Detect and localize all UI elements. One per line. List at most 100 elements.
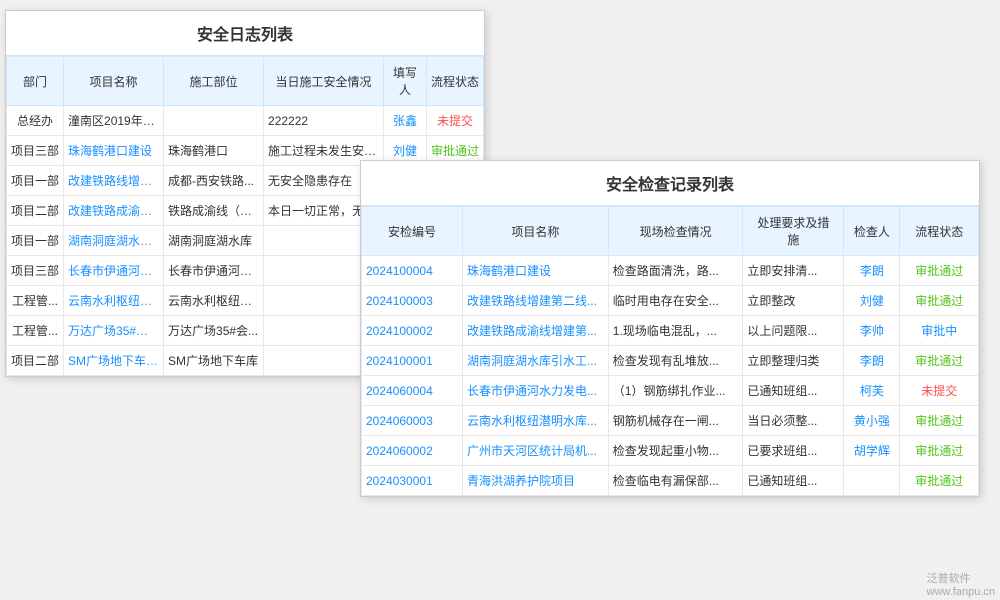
table-row: 2024100004珠海鹤港口建设检查路面清洗，路...立即安排清...李朗审批… — [362, 256, 979, 286]
table-cell[interactable]: 2024060003 — [362, 406, 463, 436]
table-cell[interactable]: 李朗 — [844, 256, 900, 286]
table-cell: 珠海鹤港口 — [164, 136, 264, 166]
table-cell: 立即安排清... — [743, 256, 844, 286]
table-cell: （1）钢筋绑扎作业... — [608, 376, 743, 406]
table-cell[interactable]: 湖南洞庭湖水库引水工程... — [64, 226, 164, 256]
watermark-line1: 泛普软件 — [927, 570, 995, 586]
table-cell[interactable]: 万达广场35#会所及咖啡... — [64, 316, 164, 346]
table-cell[interactable]: 广州市天河区统计局机... — [462, 436, 608, 466]
col-inspector: 检查人 — [844, 207, 900, 256]
table-row: 总经办潼南区2019年绿化补贴项... 222222张鑫未提交 — [7, 106, 484, 136]
table-cell[interactable]: 2024030001 — [362, 466, 463, 496]
table-cell: 检查发现有乱堆放... — [608, 346, 743, 376]
table-cell: 已通知班组... — [743, 376, 844, 406]
table-cell[interactable]: 刘健 — [844, 286, 900, 316]
table-cell: 当日必须整... — [743, 406, 844, 436]
col-measure: 处理要求及措施 — [743, 207, 844, 256]
safety-inspection-table: 安检编号 项目名称 现场检查情况 处理要求及措施 检查人 流程状态 202410… — [361, 206, 979, 496]
table-cell: 工程管... — [7, 316, 64, 346]
table-cell: 项目三部 — [7, 256, 64, 286]
table-cell: 以上问题限... — [743, 316, 844, 346]
table-cell[interactable]: 云南水利枢纽潜明水库一... — [64, 286, 164, 316]
table-cell: 总经办 — [7, 106, 64, 136]
table-cell: 222222 — [264, 106, 384, 136]
table-row: 2024060002广州市天河区统计局机...检查发现起重小物...已要求班组.… — [362, 436, 979, 466]
watermark-line2: www.fanpu.cn — [927, 586, 995, 598]
col-person: 填写人 — [384, 57, 427, 106]
table-cell[interactable]: 长春市伊通河水力发电... — [462, 376, 608, 406]
table-cell[interactable]: 柯芙 — [844, 376, 900, 406]
table-cell[interactable]: 2024100002 — [362, 316, 463, 346]
table-row: 2024060004长春市伊通河水力发电...（1）钢筋绑扎作业...已通知班组… — [362, 376, 979, 406]
table-cell: 立即整理归类 — [743, 346, 844, 376]
safety-inspection-panel: 安全检查记录列表 安检编号 项目名称 现场检查情况 处理要求及措施 检查人 流程… — [360, 160, 980, 497]
table-cell[interactable]: 张鑫 — [384, 106, 427, 136]
table-cell: 项目二部 — [7, 196, 64, 226]
table-cell: 审批通过 — [900, 256, 979, 286]
table-cell: SM广场地下车库 — [164, 346, 264, 376]
table-cell[interactable]: 2024060004 — [362, 376, 463, 406]
table-cell: 万达广场35#会... — [164, 316, 264, 346]
table-cell: 已通知班组... — [743, 466, 844, 496]
table-cell: 长春市伊通河水... — [164, 256, 264, 286]
col-dept: 部门 — [7, 57, 64, 106]
col-project-name: 项目名称 — [462, 207, 608, 256]
table-cell: 工程管... — [7, 286, 64, 316]
table-cell[interactable]: 李朗 — [844, 346, 900, 376]
table-cell: 钢筋机械存在一闸... — [608, 406, 743, 436]
table-cell[interactable]: 湖南洞庭湖水库引水工... — [462, 346, 608, 376]
table-cell: 审批中 — [900, 316, 979, 346]
col-field-situation: 现场检查情况 — [608, 207, 743, 256]
table-row: 2024100002改建铁路成渝线增建第...1.现场临电混乱，...以上问题限… — [362, 316, 979, 346]
table-row: 2024030001青海洪湖养护院项目检查临电有漏保部...已通知班组... 审批… — [362, 466, 979, 496]
table-cell: 审批通过 — [900, 466, 979, 496]
table-cell[interactable]: 黄小强 — [844, 406, 900, 436]
table-cell[interactable]: 珠海鹤港口建设 — [462, 256, 608, 286]
safety-log-header-row: 部门 项目名称 施工部位 当日施工安全情况 填写人 流程状态 — [7, 57, 484, 106]
table-cell: 1.现场临电混乱，... — [608, 316, 743, 346]
table-cell: 未提交 — [426, 106, 483, 136]
table-cell[interactable]: 2024100003 — [362, 286, 463, 316]
table-cell: 潼南区2019年绿化补贴项... — [64, 106, 164, 136]
table-cell: 项目一部 — [7, 166, 64, 196]
table-cell[interactable]: 2024100001 — [362, 346, 463, 376]
table-cell: 未提交 — [900, 376, 979, 406]
table-cell[interactable]: 改建铁路线增建第二线... — [462, 286, 608, 316]
table-cell: 审批通过 — [900, 436, 979, 466]
table-cell[interactable]: 改建铁路线增建第二线直... — [64, 166, 164, 196]
table-cell[interactable]: 长春市伊通河水力发电厂... — [64, 256, 164, 286]
table-cell — [844, 466, 900, 496]
table-cell: 检查临电有漏保部... — [608, 466, 743, 496]
table-cell: 审批通过 — [900, 346, 979, 376]
table-cell[interactable]: 改建铁路成渝线增建第... — [462, 316, 608, 346]
table-row: 2024060003云南水利枢纽潜明水库...钢筋机械存在一闸...当日必须整.… — [362, 406, 979, 436]
col-flow-status: 流程状态 — [900, 207, 979, 256]
table-cell[interactable]: 胡学辉 — [844, 436, 900, 466]
table-cell[interactable]: 改建铁路成渝线增建第二... — [64, 196, 164, 226]
table-cell[interactable]: 2024060002 — [362, 436, 463, 466]
safety-log-title: 安全日志列表 — [6, 11, 484, 56]
table-cell: 审批通过 — [900, 406, 979, 436]
table-cell[interactable]: 珠海鹤港口建设 — [64, 136, 164, 166]
table-cell: 湖南洞庭湖水库 — [164, 226, 264, 256]
table-cell: 云南水利枢纽潜... — [164, 286, 264, 316]
safety-inspection-title: 安全检查记录列表 — [361, 161, 979, 206]
table-row: 2024100001湖南洞庭湖水库引水工...检查发现有乱堆放...立即整理归类… — [362, 346, 979, 376]
table-cell[interactable]: 云南水利枢纽潜明水库... — [462, 406, 608, 436]
watermark: 泛普软件 www.fanpu.cn — [927, 570, 995, 598]
col-project: 项目名称 — [64, 57, 164, 106]
table-cell: 已要求班组... — [743, 436, 844, 466]
table-cell[interactable]: 李帅 — [844, 316, 900, 346]
col-status: 流程状态 — [426, 57, 483, 106]
table-cell[interactable]: 2024100004 — [362, 256, 463, 286]
table-cell: 铁路成渝线（成... — [164, 196, 264, 226]
table-cell[interactable]: SM广场地下车库更换摄... — [64, 346, 164, 376]
col-situation: 当日施工安全情况 — [264, 57, 384, 106]
table-cell[interactable]: 青海洪湖养护院项目 — [462, 466, 608, 496]
table-cell: 项目三部 — [7, 136, 64, 166]
safety-inspection-header-row: 安检编号 项目名称 现场检查情况 处理要求及措施 检查人 流程状态 — [362, 207, 979, 256]
table-cell: 项目二部 — [7, 346, 64, 376]
table-row: 2024100003改建铁路线增建第二线...临时用电存在安全...立即整改刘健… — [362, 286, 979, 316]
table-cell: 成都-西安铁路... — [164, 166, 264, 196]
table-cell: 审批通过 — [900, 286, 979, 316]
